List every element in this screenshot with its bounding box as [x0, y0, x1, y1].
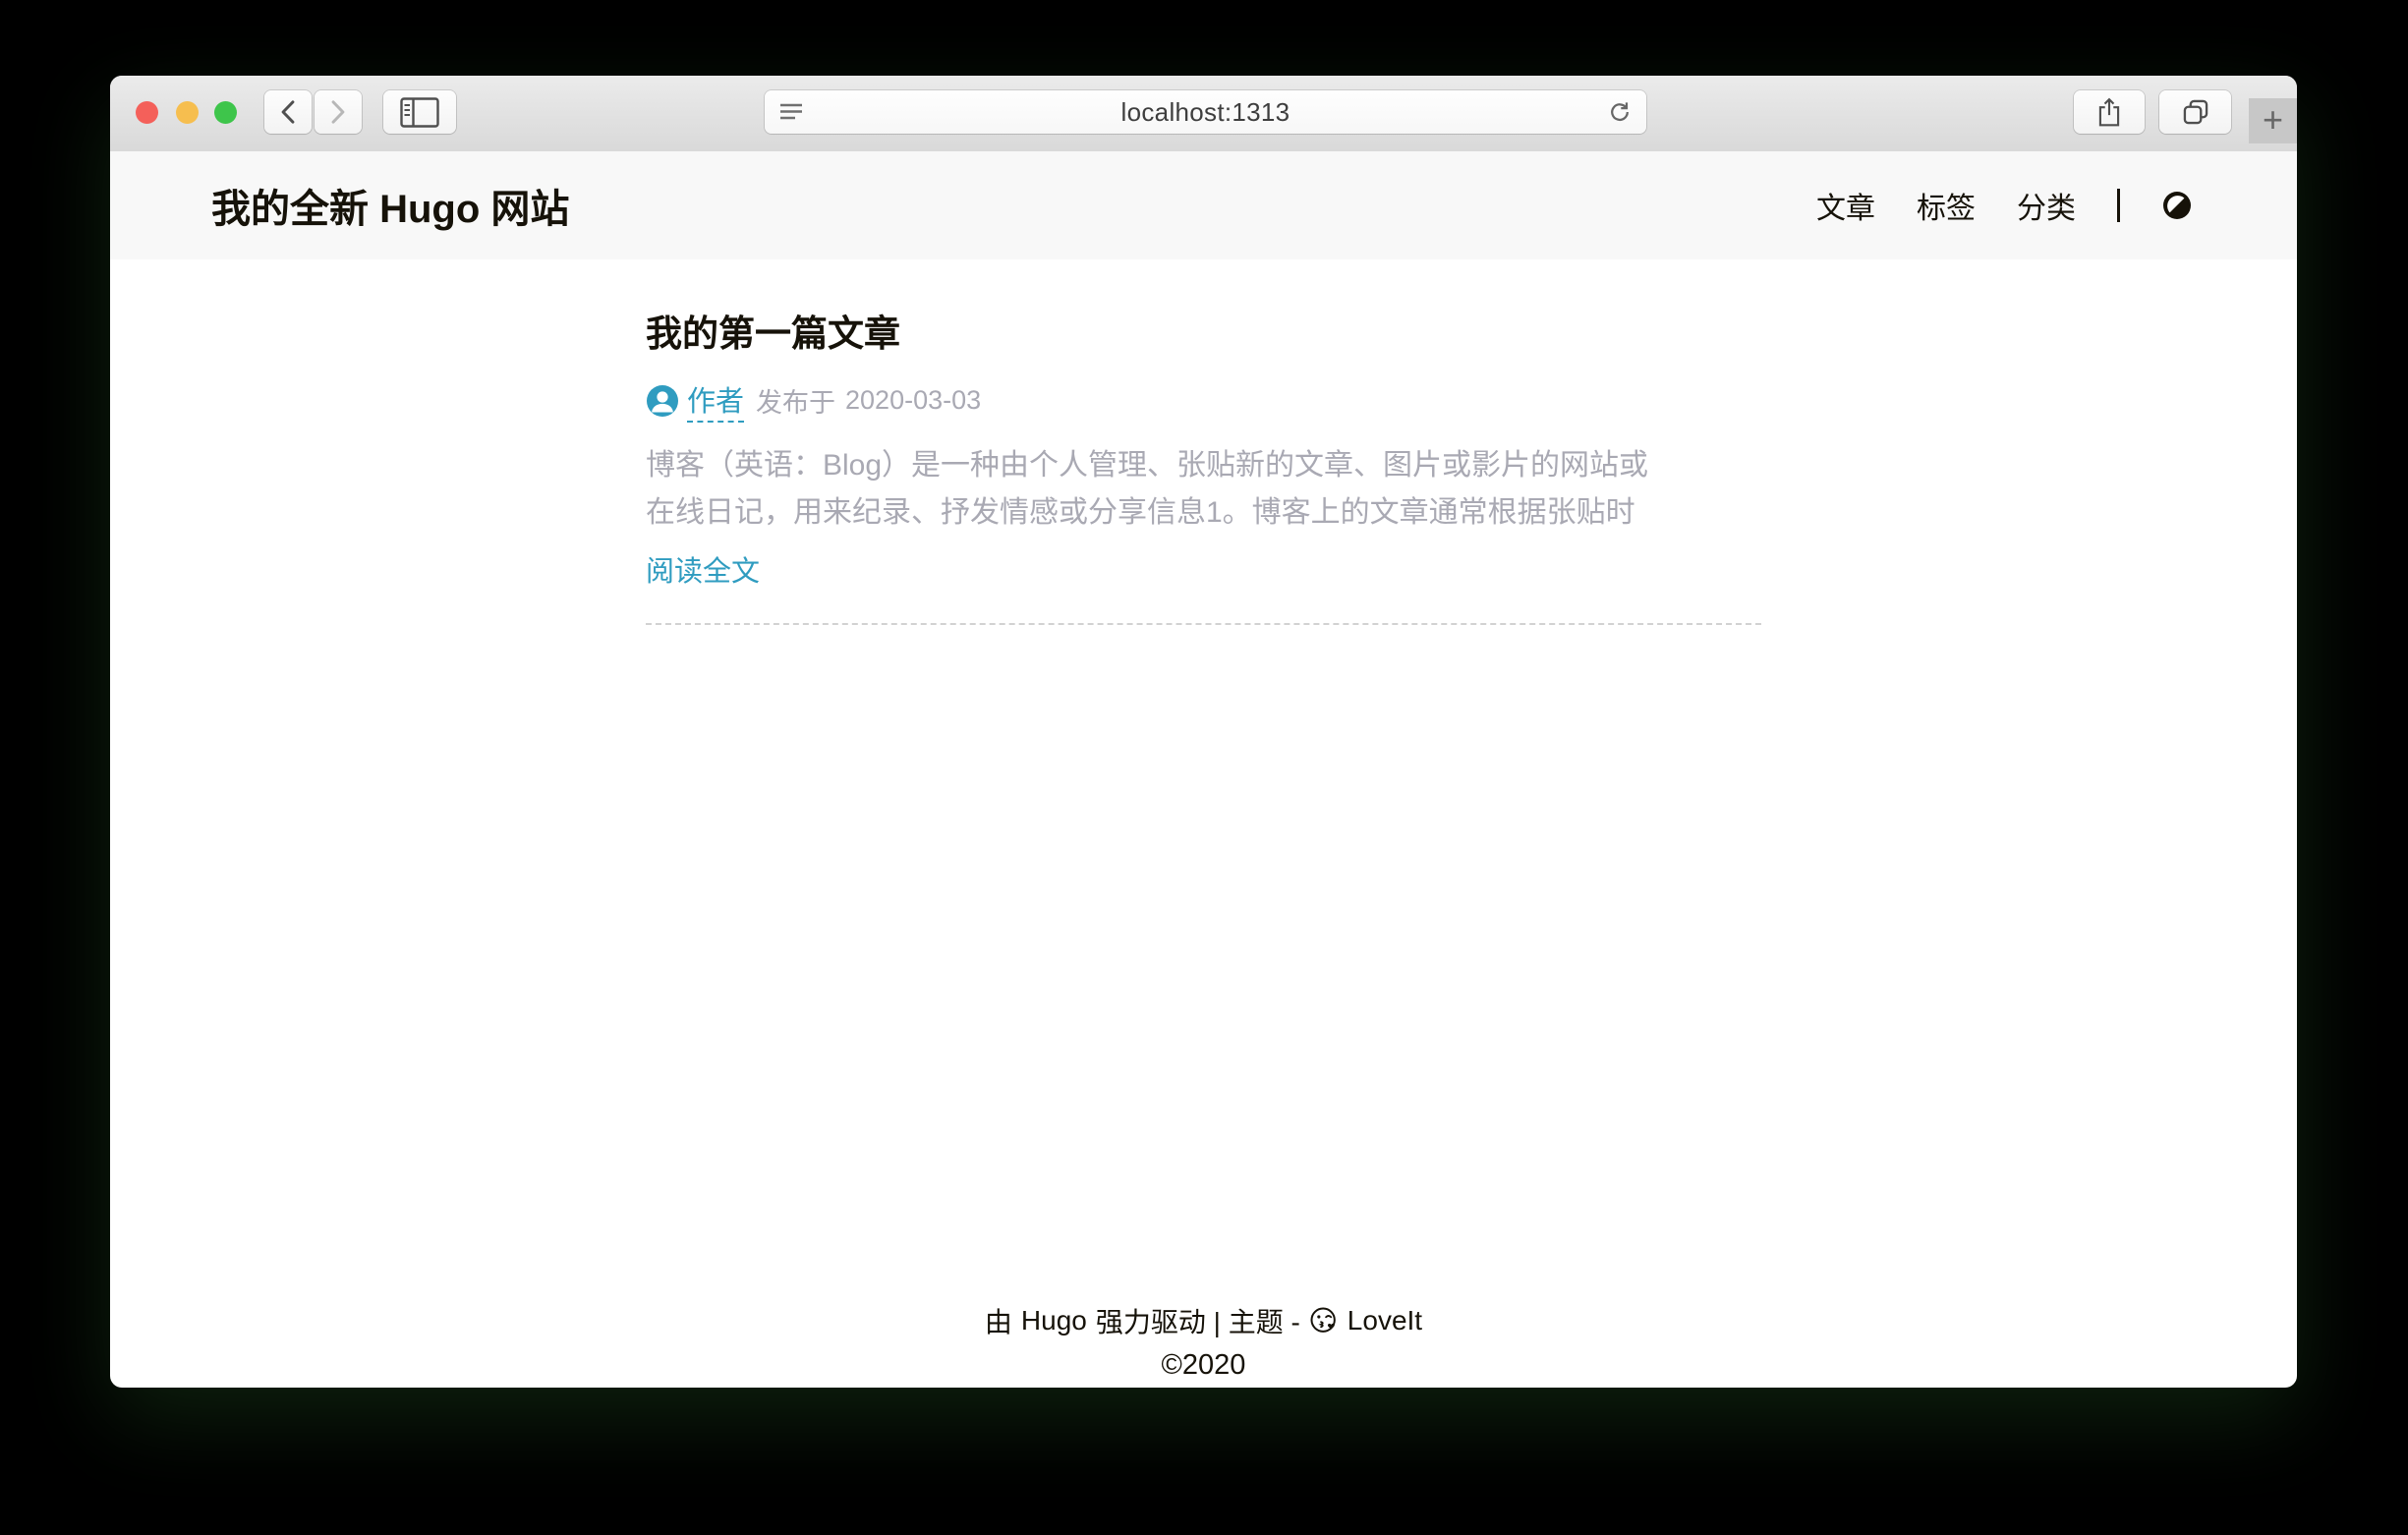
tabs-overview-button[interactable]: [2159, 90, 2231, 134]
footer-line: 由 Hugo 强力驱动 | 主题 - LoveIt: [110, 1301, 2297, 1340]
read-more-link[interactable]: 阅读全文: [646, 548, 1761, 590]
site-header: 我的全新 Hugo 网站 文章 标签 分类: [110, 151, 2297, 259]
hugo-link[interactable]: Hugo: [1021, 1305, 1087, 1336]
powered-suffix: 强力驱动 | 主题 -: [1096, 1301, 1300, 1340]
post-title[interactable]: 我的第一篇文章: [646, 313, 1761, 356]
browser-window: localhost:1313: [110, 76, 2297, 1388]
post-summary: 博客（英语：Blog）是一种由个人管理、张贴新的文章、图片或影片的网站或 在线日…: [646, 442, 1761, 537]
sidebar-toggle-button[interactable]: [383, 90, 456, 134]
main-nav: 文章 标签 分类: [1816, 184, 2193, 227]
plus-icon: +: [2263, 102, 2283, 138]
theme-contrast-icon: [2161, 190, 2193, 221]
copyright-text: ©2020: [110, 1349, 2297, 1382]
theme-toggle-button[interactable]: [2161, 190, 2193, 221]
tabs-icon: [2182, 98, 2209, 126]
author-avatar-icon: [646, 384, 679, 418]
nav-item-categories[interactable]: 分类: [2017, 184, 2076, 227]
nav-item-posts[interactable]: 文章: [1816, 184, 1875, 227]
share-button[interactable]: [2074, 90, 2145, 134]
close-window-button[interactable]: [136, 101, 158, 124]
reader-view-icon[interactable]: [778, 101, 804, 123]
reload-icon[interactable]: [1607, 99, 1633, 125]
url-text: localhost:1313: [804, 97, 1607, 128]
publish-label: 发布于: [756, 381, 835, 420]
post-meta: 作者 发布于 2020-03-03: [646, 378, 1761, 423]
site-title[interactable]: 我的全新 Hugo 网站: [211, 177, 569, 234]
back-button[interactable]: [264, 90, 312, 134]
main-content: 我的第一篇文章 作者 发布于 2020-03-03 博客（英语：Blog）是一种…: [646, 313, 1761, 625]
forward-icon: [327, 98, 349, 126]
share-icon: [2096, 97, 2122, 128]
minimize-window-button[interactable]: [176, 101, 199, 124]
new-tab-button[interactable]: +: [2249, 98, 2297, 143]
forward-button[interactable]: [315, 90, 362, 134]
zoom-window-button[interactable]: [214, 101, 237, 124]
publish-date: 2020-03-03: [845, 385, 981, 416]
summary-divider: [646, 623, 1761, 625]
powered-prefix: 由: [985, 1301, 1012, 1340]
back-icon: [277, 98, 299, 126]
site-footer: 由 Hugo 强力驱动 | 主题 - LoveIt ©2020: [110, 1301, 2297, 1382]
summary-line: 在线日记，用来纪录、抒发情感或分享信息1。博客上的文章通常根据张贴时: [646, 489, 1761, 537]
sidebar-icon: [400, 97, 439, 128]
address-bar[interactable]: localhost:1313: [765, 90, 1646, 134]
summary-line: 博客（英语：Blog）是一种由个人管理、张贴新的文章、图片或影片的网站或: [646, 442, 1761, 489]
loveit-link[interactable]: LoveIt: [1347, 1305, 1422, 1336]
browser-chrome: localhost:1313: [110, 76, 2297, 152]
nav-divider: [2117, 189, 2120, 222]
kiss-wink-heart-icon: [1309, 1306, 1339, 1336]
nav-item-tags[interactable]: 标签: [1917, 184, 1976, 227]
author-link[interactable]: 作者: [687, 378, 744, 423]
